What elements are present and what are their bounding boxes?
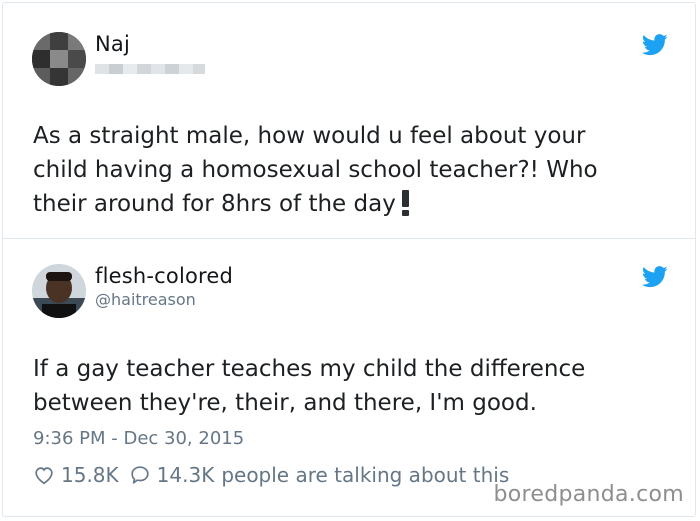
tweet-text-line: their around for 8hrs of the day	[33, 187, 598, 221]
author-name[interactable]: Naj	[95, 32, 130, 56]
avatar[interactable]	[32, 32, 86, 86]
replies-label[interactable]: people are talking about this	[221, 463, 509, 487]
avatar[interactable]	[32, 264, 86, 318]
reply-count[interactable]: 14.3K	[157, 463, 215, 487]
tweet-text-line-content: their around for 8hrs of the day	[33, 191, 396, 217]
tweet-actions: 15.8K 14.3K people are talking about thi…	[33, 463, 509, 487]
blurred-handle	[95, 61, 205, 75]
tweet-text: As a straight male, how would u feel abo…	[33, 119, 598, 221]
tweet-divider	[2, 238, 696, 239]
tweet-text-line: As a straight male, how would u feel abo…	[33, 123, 586, 149]
tweet-timestamp[interactable]: 9:36 PM - Dec 30, 2015	[33, 428, 244, 449]
like-count[interactable]: 15.8K	[61, 463, 119, 487]
tweet-text-line: If a gay teacher teaches my child the di…	[33, 356, 586, 382]
exclamation-emoji-icon	[401, 190, 409, 216]
heart-icon[interactable]	[33, 464, 55, 486]
twitter-bird-icon[interactable]	[642, 34, 668, 56]
twitter-bird-icon[interactable]	[642, 266, 668, 288]
watermark: boredpanda.com	[493, 482, 684, 507]
speech-bubble-icon[interactable]	[129, 464, 151, 486]
author-handle[interactable]: @haitreason	[95, 290, 196, 309]
tweet-text-line: between they're, their, and there, I'm g…	[33, 390, 537, 416]
tweet-text: If a gay teacher teaches my child the di…	[33, 352, 585, 420]
author-name[interactable]: flesh-colored	[95, 264, 233, 288]
tweet-text-line: child having a homosexual school teacher…	[33, 157, 598, 183]
